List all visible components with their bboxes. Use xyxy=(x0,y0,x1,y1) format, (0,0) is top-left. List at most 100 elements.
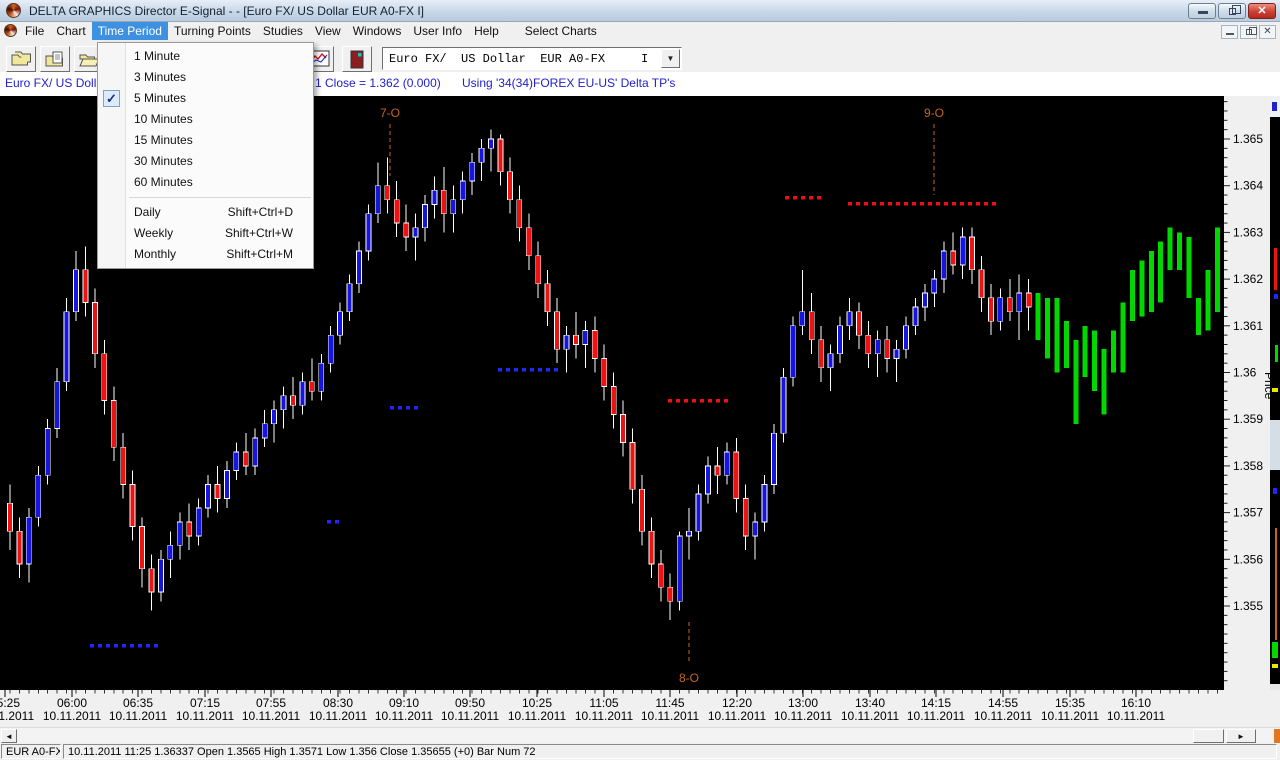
price-tick-label: 1.355 xyxy=(1233,599,1263,613)
checkmark-icon: ✓ xyxy=(103,90,120,107)
symbol-combobox[interactable]: Euro FX/ US Dollar EUR A0-FX I ▼ xyxy=(382,47,682,70)
price-tick-label: 1.361 xyxy=(1233,319,1263,333)
combobox-dropdown-button[interactable]: ▼ xyxy=(661,49,680,68)
symbol-description: Euro FX/ US Dollar xyxy=(5,76,107,90)
menu-item-turning-points[interactable]: Turning Points xyxy=(168,22,257,40)
menu-item-daily[interactable]: Daily Shift+Ctrl+D xyxy=(98,202,313,223)
close-quote: 1 Close = 1.362 (0.000) xyxy=(315,76,441,90)
menu-item-label: 1 Minute xyxy=(134,49,180,63)
door-icon xyxy=(349,50,365,69)
menu-item-time-period[interactable]: Time Period xyxy=(92,22,168,40)
mdi-restore-icon xyxy=(1246,29,1252,35)
menu-item-studies[interactable]: Studies xyxy=(257,22,309,40)
mdi-minimize-button[interactable] xyxy=(1221,25,1238,39)
menu-item-shortcut: Shift+Ctrl+D xyxy=(228,202,293,223)
time-tick-label: 14:5510.11.2011 xyxy=(974,697,1032,723)
price-tick-label: 1.364 xyxy=(1233,179,1263,193)
folder-page-button[interactable] xyxy=(40,46,70,72)
menu-items: FileChartTime PeriodTurning PointsStudie… xyxy=(19,22,603,40)
menu-separator xyxy=(98,193,313,202)
menu-item-label: 60 Minutes xyxy=(134,175,193,189)
menu-item-shortcut: Shift+Ctrl+M xyxy=(226,244,293,265)
time-axis: 05:2510.11.201106:0010.11.201106:3510.11… xyxy=(0,690,1280,727)
menu-item-60-minutes[interactable]: 60 Minutes xyxy=(98,172,313,193)
horizontal-scrollbar: ◄ ► xyxy=(0,727,1280,743)
background-window-fragment xyxy=(1272,102,1277,111)
close-button[interactable]: ✕ xyxy=(1248,3,1276,19)
menu-item-5-minutes[interactable]: ✓5 Minutes xyxy=(98,88,313,109)
price-tick-label: 1.358 xyxy=(1233,459,1263,473)
time-tick-label: 16:1010.11.2011 xyxy=(1107,697,1165,723)
copy-folders-button[interactable] xyxy=(6,46,36,72)
menu-item-label: 30 Minutes xyxy=(134,154,193,168)
background-window-fragment xyxy=(1275,528,1277,640)
menu-item-label: 15 Minutes xyxy=(134,133,193,147)
title-bar: DELTA GRAPHICS Director E-Signal - - [Eu… xyxy=(0,0,1280,22)
minimize-button[interactable] xyxy=(1188,3,1216,19)
menu-item-monthly[interactable]: MonthlyShift+Ctrl+M xyxy=(98,244,313,265)
menu-item-shortcut: Shift+Ctrl+W xyxy=(225,223,293,244)
folders-icon xyxy=(10,51,32,68)
restore-icon xyxy=(1229,8,1236,15)
price-axis: 1.3651.3641.3631.3621.3611.361.3591.3581… xyxy=(1224,96,1270,690)
menu-item-file[interactable]: File xyxy=(19,22,50,40)
scrollbar-thumb[interactable] xyxy=(1193,729,1224,743)
status-bar-details: 10.11.2011 11:25 1.36337 Open 1.3565 Hig… xyxy=(63,744,1277,759)
price-axis-title: Price xyxy=(1262,372,1270,400)
background-window-fragment xyxy=(1274,729,1280,743)
time-tick-label: 09:5010.11.2011 xyxy=(441,697,499,723)
menu-item-30-minutes[interactable]: 30 Minutes xyxy=(98,151,313,172)
background-window-fragment xyxy=(1272,642,1278,658)
menu-item-1-minute[interactable]: 1 Minute xyxy=(98,46,313,67)
background-window-fragment xyxy=(1273,488,1277,494)
restore-button[interactable] xyxy=(1218,3,1246,19)
time-tick-label: 05:2510.11.2011 xyxy=(0,697,34,723)
time-tick-label: 06:3510.11.2011 xyxy=(109,697,167,723)
background-window-fragment xyxy=(1272,388,1278,392)
time-tick-label: 13:4010.11.2011 xyxy=(841,697,899,723)
arrow-left-icon: ◄ xyxy=(5,732,13,741)
menu-item-label: 3 Minutes xyxy=(134,70,186,84)
turning-point-label-7-o: 7-O xyxy=(380,106,400,120)
menu-item-label: 10 Minutes xyxy=(134,112,193,126)
menu-item-user-info[interactable]: User Info xyxy=(407,22,468,40)
menu-item-10-minutes[interactable]: 10 Minutes xyxy=(98,109,313,130)
background-window-fragment xyxy=(1270,420,1280,470)
turning-point-label-8-o: 8-O xyxy=(679,671,699,685)
background-window-fragment xyxy=(1274,294,1278,299)
menu-item-select-charts[interactable]: Select Charts xyxy=(519,22,603,40)
menu-item-view[interactable]: View xyxy=(309,22,347,40)
exit-door-button[interactable] xyxy=(342,46,372,72)
status-symbol: EUR A0-FX xyxy=(1,744,61,759)
time-tick-label: 11:0510.11.2011 xyxy=(575,697,633,723)
price-tick-label: 1.36 xyxy=(1233,366,1257,380)
time-tick-label: 10:2510.11.2011 xyxy=(508,697,566,723)
menu-item-3-minutes[interactable]: 3 Minutes xyxy=(98,67,313,88)
time-tick-label: 14:1510.11.2011 xyxy=(907,697,965,723)
price-tick-label: 1.357 xyxy=(1233,506,1263,520)
chevron-down-icon: ▼ xyxy=(667,54,675,63)
menu-item-label: Daily xyxy=(134,205,161,219)
time-tick-label: 09:1010.11.2011 xyxy=(375,697,433,723)
menu-item-windows[interactable]: Windows xyxy=(347,22,408,40)
time-tick-label: 13:0010.11.2011 xyxy=(774,697,832,723)
time-tick-label: 12:2010.11.2011 xyxy=(708,697,766,723)
price-tick-label: 1.365 xyxy=(1233,132,1263,146)
app-logo-icon xyxy=(6,3,21,18)
menu-item-weekly[interactable]: WeeklyShift+Ctrl+W xyxy=(98,223,313,244)
symbol-combobox-value: Euro FX/ US Dollar EUR A0-FX I xyxy=(389,52,648,66)
arrow-right-icon: ► xyxy=(1237,732,1245,741)
scroll-left-button[interactable]: ◄ xyxy=(1,729,17,743)
menu-item-15-minutes[interactable]: 15 Minutes xyxy=(98,130,313,151)
menu-item-chart[interactable]: Chart xyxy=(50,22,91,40)
scroll-right-button[interactable]: ► xyxy=(1226,729,1256,743)
menu-item-help[interactable]: Help xyxy=(468,22,505,40)
mdi-close-button[interactable]: ✕ xyxy=(1259,25,1276,39)
app-logo-icon-small xyxy=(4,24,17,37)
price-tick-label: 1.363 xyxy=(1233,225,1263,239)
mdi-minimize-icon xyxy=(1226,33,1234,35)
mdi-restore-button[interactable] xyxy=(1240,25,1257,39)
background-window-fragment xyxy=(1272,664,1278,668)
folder-page-icon xyxy=(44,51,66,68)
price-tick-label: 1.359 xyxy=(1233,412,1263,426)
